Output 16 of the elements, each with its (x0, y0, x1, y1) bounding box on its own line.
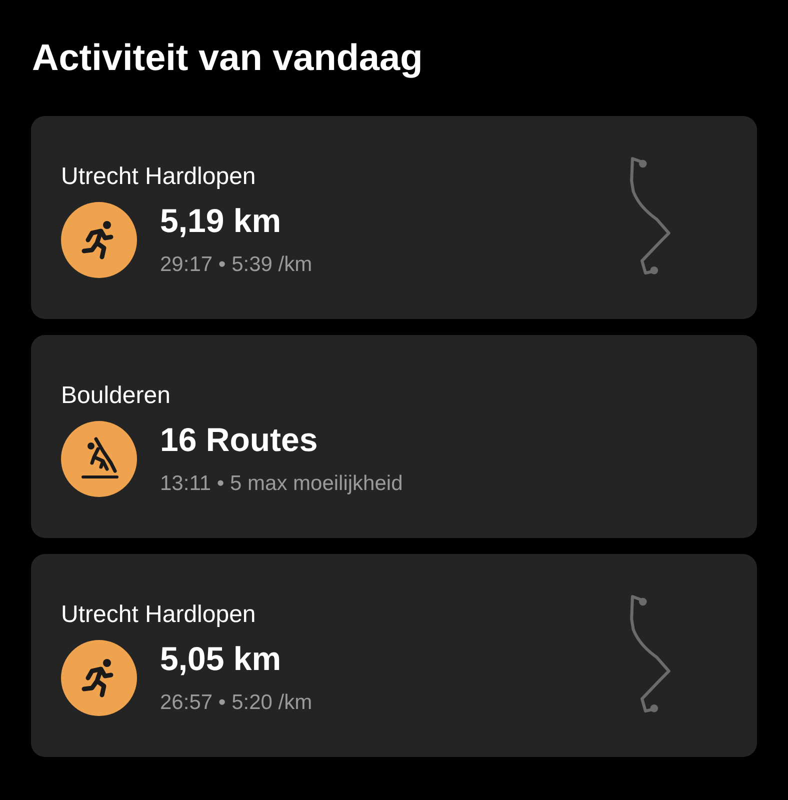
activity-value: 16 Routes (160, 420, 319, 458)
activity-name: Utrecht Hardlopen (61, 600, 257, 630)
activity-card[interactable]: Boulderen 16 Routes 13:11 • 5 max moeilijkheid (31, 335, 757, 538)
activity-details: 29:17 • 5:39 /km (160, 252, 312, 278)
page-title: Activiteit van vandaag (32, 36, 424, 80)
activity-card[interactable]: Utrecht Hardlopen 5,19 km 29:17 • 5:39 /km (31, 116, 757, 319)
activity-details: 26:57 • 5:20 /km (160, 690, 312, 716)
runner-icon (61, 202, 137, 278)
activity-name: Utrecht Hardlopen (61, 162, 257, 192)
activity-details: 13:11 • 5 max moeilijkheid (160, 470, 403, 496)
activity-value: 5,05 km (160, 640, 282, 678)
activity-card[interactable]: Utrecht Hardlopen 5,05 km 26:57 • 5:20 /km (31, 554, 757, 757)
activity-name: Boulderen (61, 380, 172, 410)
climber-icon (61, 420, 137, 496)
activity-value: 5,19 km (160, 202, 282, 240)
runner-icon (61, 640, 137, 716)
